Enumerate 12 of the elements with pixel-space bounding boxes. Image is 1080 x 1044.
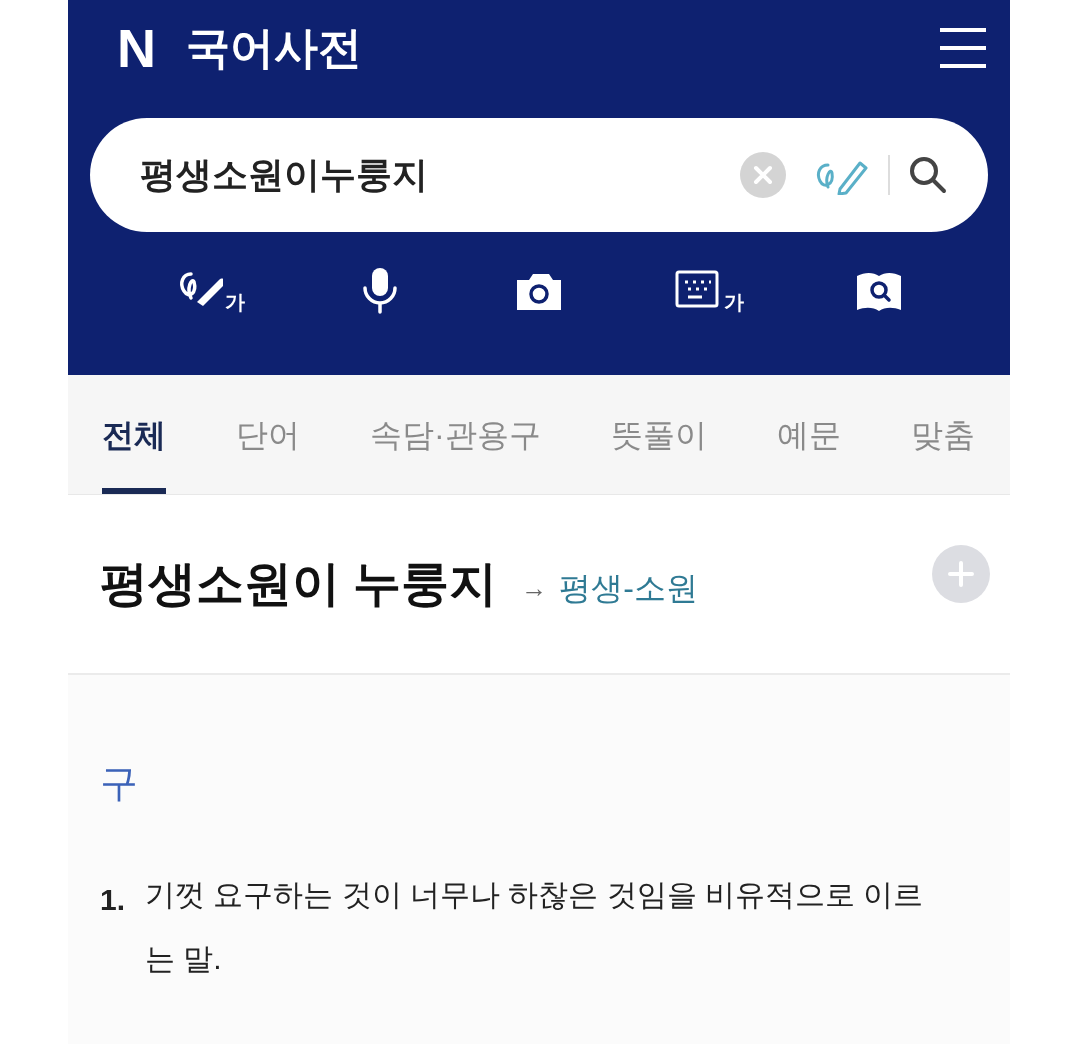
arrow: → [521, 571, 548, 605]
definition-number: 1. [100, 882, 127, 918]
related-word-link[interactable]: 평생-소원 [559, 564, 698, 612]
search-bar[interactable]: 평생소원이누룽지 [90, 118, 988, 232]
part-of-speech: 구 [100, 761, 139, 806]
menu-icon[interactable] [940, 27, 986, 68]
logo[interactable]: N [117, 20, 156, 75]
app-title: 국어사전 [186, 25, 362, 70]
search-icon[interactable] [908, 155, 948, 195]
definition-text: 기껏 요구하는 것이 너무나 하찮은 것임을 비유적으로 이르는 말. [145, 877, 925, 977]
search-field[interactable]: 평생소원이누룽지 [140, 148, 740, 202]
headword: 평생소원이 누룽지 [100, 556, 498, 612]
